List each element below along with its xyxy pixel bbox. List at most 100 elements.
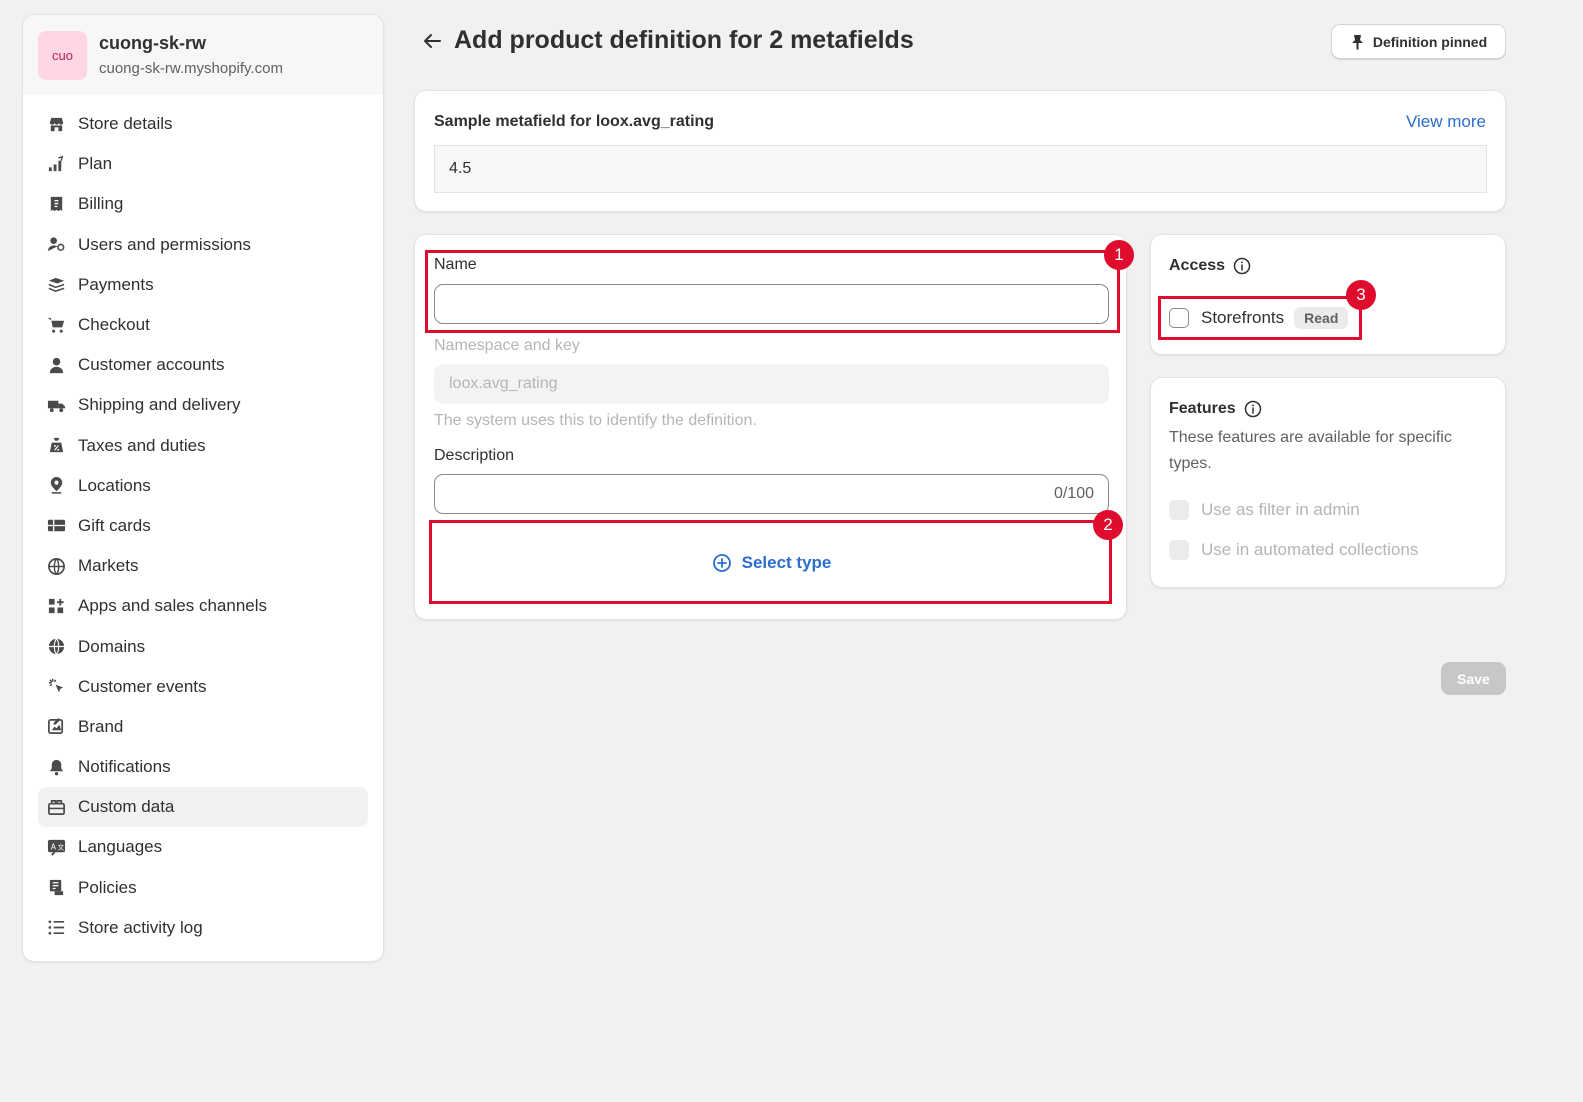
sidebar-item-shipping-and-delivery[interactable]: Shipping and delivery xyxy=(38,385,368,425)
globe-icon xyxy=(46,556,66,576)
custom-data-icon xyxy=(46,797,66,817)
info-icon[interactable] xyxy=(1244,400,1262,418)
sidebar-item-domains[interactable]: Domains xyxy=(38,626,368,666)
info-icon[interactable] xyxy=(1233,257,1251,275)
cursor-click-icon xyxy=(46,677,66,697)
sidebar-item-gift-cards[interactable]: Gift cards xyxy=(38,506,368,546)
automated-collections-row: Use in automated collections xyxy=(1169,540,1418,560)
sample-metafield-label: Sample metafield for loox.avg_rating xyxy=(434,113,715,130)
name-input[interactable] xyxy=(434,284,1109,324)
select-type-button[interactable]: Select type xyxy=(434,525,1109,601)
storefronts-checkbox-row[interactable]: Storefronts Read xyxy=(1169,307,1349,329)
sidebar-item-apps-and-sales-channels[interactable]: Apps and sales channels xyxy=(38,586,368,626)
sidebar-item-label: Payments xyxy=(78,274,154,294)
languages-icon: A文 xyxy=(46,837,66,857)
payments-icon xyxy=(46,275,66,295)
annotation-badge-3: 3 xyxy=(1346,280,1376,310)
view-more-link[interactable]: View more xyxy=(1406,112,1486,132)
save-button[interactable]: Save xyxy=(1441,662,1506,695)
description-counter: 0/100 xyxy=(1053,485,1094,502)
sidebar-item-label: Apps and sales channels xyxy=(78,596,268,616)
truck-icon xyxy=(46,395,66,415)
sidebar-item-label: Policies xyxy=(78,877,137,897)
filter-in-admin-row: Use as filter in admin xyxy=(1169,500,1360,520)
store-header[interactable]: cuo cuong-sk-rw cuong-sk-rw.myshopify.co… xyxy=(23,15,383,95)
settings-nav: Store details Plan Billing Users and permis… xyxy=(23,95,383,948)
gift-card-icon xyxy=(46,516,66,536)
sidebar-item-customer-events[interactable]: Customer events xyxy=(38,667,368,707)
plus-circle-icon xyxy=(712,554,731,572)
list-icon xyxy=(46,918,66,938)
read-badge: Read xyxy=(1294,307,1349,329)
sidebar-item-brand[interactable]: Brand xyxy=(38,707,368,747)
features-heading: Features xyxy=(1169,400,1262,418)
namespace-key-label: Namespace and key xyxy=(434,337,580,354)
sidebar-item-locations[interactable]: Locations xyxy=(38,466,368,506)
billing-icon xyxy=(46,194,66,214)
sidebar-item-label: Locations xyxy=(78,475,151,495)
select-type-label: Select type xyxy=(741,553,832,572)
settings-sidebar: cuo cuong-sk-rw cuong-sk-rw.myshopify.co… xyxy=(22,14,384,962)
sidebar-item-billing[interactable]: Billing xyxy=(38,184,368,224)
sidebar-item-policies[interactable]: Policies xyxy=(38,868,368,908)
store-name: cuong-sk-rw xyxy=(99,33,207,53)
sidebar-item-label: Domains xyxy=(78,636,146,656)
features-card: Features These features are available fo… xyxy=(1150,377,1506,588)
sidebar-item-custom-data[interactable]: Custom data xyxy=(38,787,368,828)
brand-icon xyxy=(46,717,66,737)
sidebar-item-label: Checkout xyxy=(78,315,150,335)
svg-text:文: 文 xyxy=(57,842,64,851)
sidebar-item-taxes-and-duties[interactable]: Taxes and duties xyxy=(38,426,368,466)
sidebar-item-notifications[interactable]: Notifications xyxy=(38,747,368,787)
sidebar-item-customer-accounts[interactable]: Customer accounts xyxy=(38,345,368,385)
sidebar-item-label: Store activity log xyxy=(78,917,203,937)
description-label: Description xyxy=(434,447,515,464)
sidebar-item-users-and-permissions[interactable]: Users and permissions xyxy=(38,225,368,265)
sidebar-item-plan[interactable]: Plan xyxy=(38,144,368,184)
location-icon xyxy=(46,476,66,496)
apps-icon xyxy=(46,596,66,616)
sample-metafield-card: Sample metafield for loox.avg_rating Vie… xyxy=(414,90,1506,212)
pin-icon xyxy=(1351,34,1363,49)
sidebar-item-label: Users and permissions xyxy=(78,234,251,254)
back-arrow-icon[interactable] xyxy=(421,30,443,52)
taxes-icon xyxy=(46,436,66,456)
sidebar-item-label: Notifications xyxy=(78,757,171,777)
users-icon xyxy=(46,235,66,255)
svg-text:A: A xyxy=(50,842,56,851)
sidebar-item-label: Billing xyxy=(78,194,124,214)
namespace-key-input: loox.avg_rating xyxy=(434,364,1109,404)
features-description: These features are available for specifi… xyxy=(1169,429,1452,472)
features-title: Features xyxy=(1169,400,1236,417)
sidebar-item-label: Customer events xyxy=(78,676,207,696)
plan-icon xyxy=(46,154,66,174)
sidebar-item-store-details[interactable]: Store details xyxy=(38,104,368,144)
sidebar-item-label: Customer accounts xyxy=(78,355,225,375)
sidebar-item-store-activity-log[interactable]: Store activity log xyxy=(38,908,368,948)
store-url: cuong-sk-rw.myshopify.com xyxy=(99,60,283,77)
name-label: Name xyxy=(434,256,477,273)
description-input[interactable]: 0/100 xyxy=(434,474,1109,514)
store-avatar: cuo xyxy=(38,30,87,80)
storefronts-label: Storefronts xyxy=(1201,308,1285,327)
access-card: Access Storefronts Read xyxy=(1150,234,1506,355)
domains-icon xyxy=(46,637,66,657)
annotation-badge-2: 2 xyxy=(1093,510,1123,540)
policies-icon xyxy=(46,878,66,898)
sidebar-item-label: Markets xyxy=(78,556,139,576)
sample-metafield-value: 4.5 xyxy=(434,145,1487,193)
access-title: Access xyxy=(1169,257,1226,274)
sidebar-item-label: Brand xyxy=(78,716,124,736)
sidebar-item-markets[interactable]: Markets xyxy=(38,546,368,586)
automated-collections-label: Use in automated collections xyxy=(1201,540,1419,559)
definition-pinned-button[interactable]: Definition pinned xyxy=(1331,24,1506,59)
sidebar-item-payments[interactable]: Payments xyxy=(38,265,368,305)
cart-icon xyxy=(46,315,66,335)
store-icon xyxy=(46,114,66,134)
sidebar-item-languages[interactable]: A 文 Languages xyxy=(38,827,368,867)
sidebar-item-checkout[interactable]: Checkout xyxy=(38,305,368,345)
sidebar-item-label: Shipping and delivery xyxy=(78,395,241,415)
sidebar-item-label: Gift cards xyxy=(78,515,151,535)
storefronts-checkbox[interactable] xyxy=(1169,308,1189,328)
filter-in-admin-checkbox xyxy=(1169,500,1189,520)
